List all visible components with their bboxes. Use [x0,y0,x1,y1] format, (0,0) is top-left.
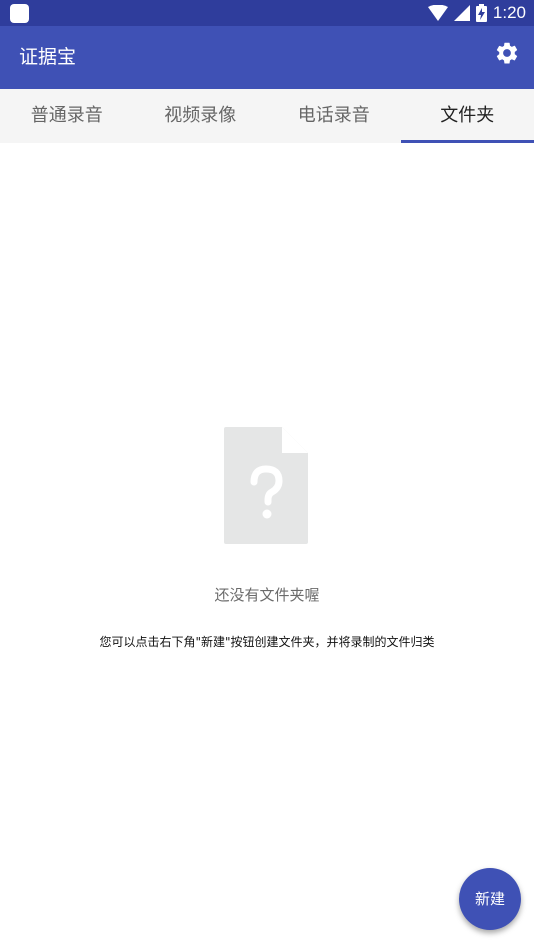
tab-label: 视频录像 [164,105,237,126]
empty-state-hint: 您可以点击右下角"新建"按钮创建文件夹，并将录制的文件归类 [99,635,435,649]
battery-charging-icon [475,4,487,22]
unknown-file-icon [224,427,308,544]
settings-button[interactable] [494,40,520,66]
new-folder-button[interactable]: 新建 [459,868,521,930]
tab-label: 普通录音 [30,105,103,126]
tab-folders[interactable]: 文件夹 [400,89,534,143]
tab-phone-recording[interactable]: 电话录音 [267,89,401,143]
tab-bar: 普通录音 视频录像 电话录音 文件夹 [0,89,534,143]
tab-normal-recording[interactable]: 普通录音 [0,89,134,143]
notification-icon [10,4,29,23]
tab-label: 电话录音 [297,105,370,126]
signal-icon [453,5,470,21]
tab-label: 文件夹 [440,105,495,126]
tab-active-indicator [400,140,534,143]
empty-state-title: 还没有文件夹喔 [214,586,320,604]
app-bar: 证据宝 [0,26,534,89]
new-folder-label: 新建 [474,890,505,908]
status-bar: 1:20 [0,0,534,26]
wifi-icon [427,5,448,21]
tab-video-recording[interactable]: 视频录像 [134,89,268,143]
screen: 1:20 证据宝 普通录音 视频录像 电话录音 文件夹 还没有文件夹喔 您可以点… [0,0,534,950]
gear-icon [496,42,518,64]
status-indicators: 1:20 [427,0,526,26]
status-time: 1:20 [492,3,526,22]
app-title: 证据宝 [19,46,77,68]
